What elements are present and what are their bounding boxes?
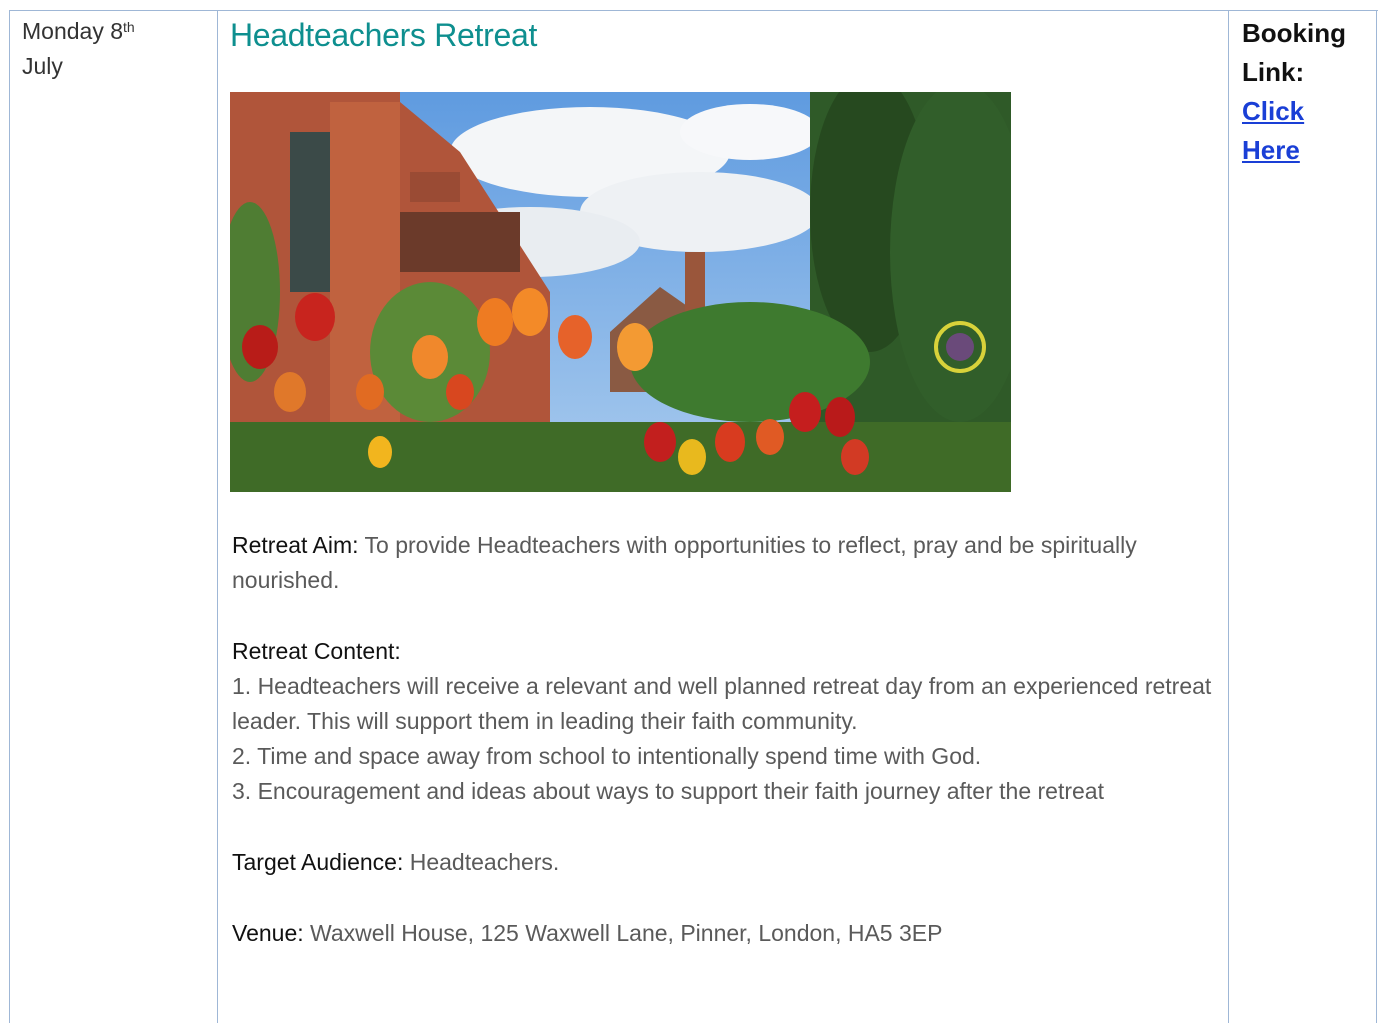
retreat-content-item-1: 1. Headteachers will receive a relevant … (232, 673, 1212, 734)
target-audience-text: Headteachers. (403, 849, 560, 875)
venue-label: Venue: (232, 920, 304, 946)
booking-label-line1: Booking (1242, 18, 1346, 48)
booking-cell: Booking Link: Click Here (1242, 14, 1372, 170)
booking-link-line1[interactable]: Click (1242, 92, 1372, 131)
retreat-aim-text: To provide Headteachers with opportuniti… (232, 532, 1137, 593)
event-title: Headteachers Retreat (230, 17, 538, 53)
retreat-photo (230, 92, 1011, 492)
event-date: Monday 8th July (22, 14, 207, 84)
booking-link[interactable]: Click Here (1242, 92, 1372, 170)
table-left-border (9, 10, 10, 1023)
venue: Venue: Waxwell House, 125 Waxwell Lane, … (232, 916, 1222, 951)
event-details: Retreat Aim: To provide Headteachers wit… (232, 528, 1222, 951)
column-divider-date (217, 10, 218, 1023)
retreat-aim: Retreat Aim: To provide Headteachers wit… (232, 528, 1222, 598)
booking-link-line2[interactable]: Here (1242, 131, 1372, 170)
retreat-garden-image (230, 92, 1011, 492)
retreat-aim-label: Retreat Aim: (232, 532, 359, 558)
date-ordinal: th (123, 19, 135, 35)
column-divider-booking (1228, 10, 1229, 1023)
target-audience: Target Audience: Headteachers. (232, 845, 1222, 880)
venue-text: Waxwell House, 125 Waxwell Lane, Pinner,… (303, 920, 943, 946)
target-audience-label: Target Audience: (232, 849, 404, 875)
date-month: July (22, 53, 63, 79)
booking-label-line2: Link: (1242, 57, 1305, 87)
date-day: Monday 8 (22, 18, 124, 44)
retreat-content-item-2: 2. Time and space away from school to in… (232, 743, 982, 769)
table-right-border (1376, 10, 1377, 1023)
table-top-border (9, 10, 1378, 11)
retreat-content-label: Retreat Content: (232, 638, 401, 664)
retreat-content-item-3: 3. Encouragement and ideas about ways to… (232, 778, 1104, 804)
